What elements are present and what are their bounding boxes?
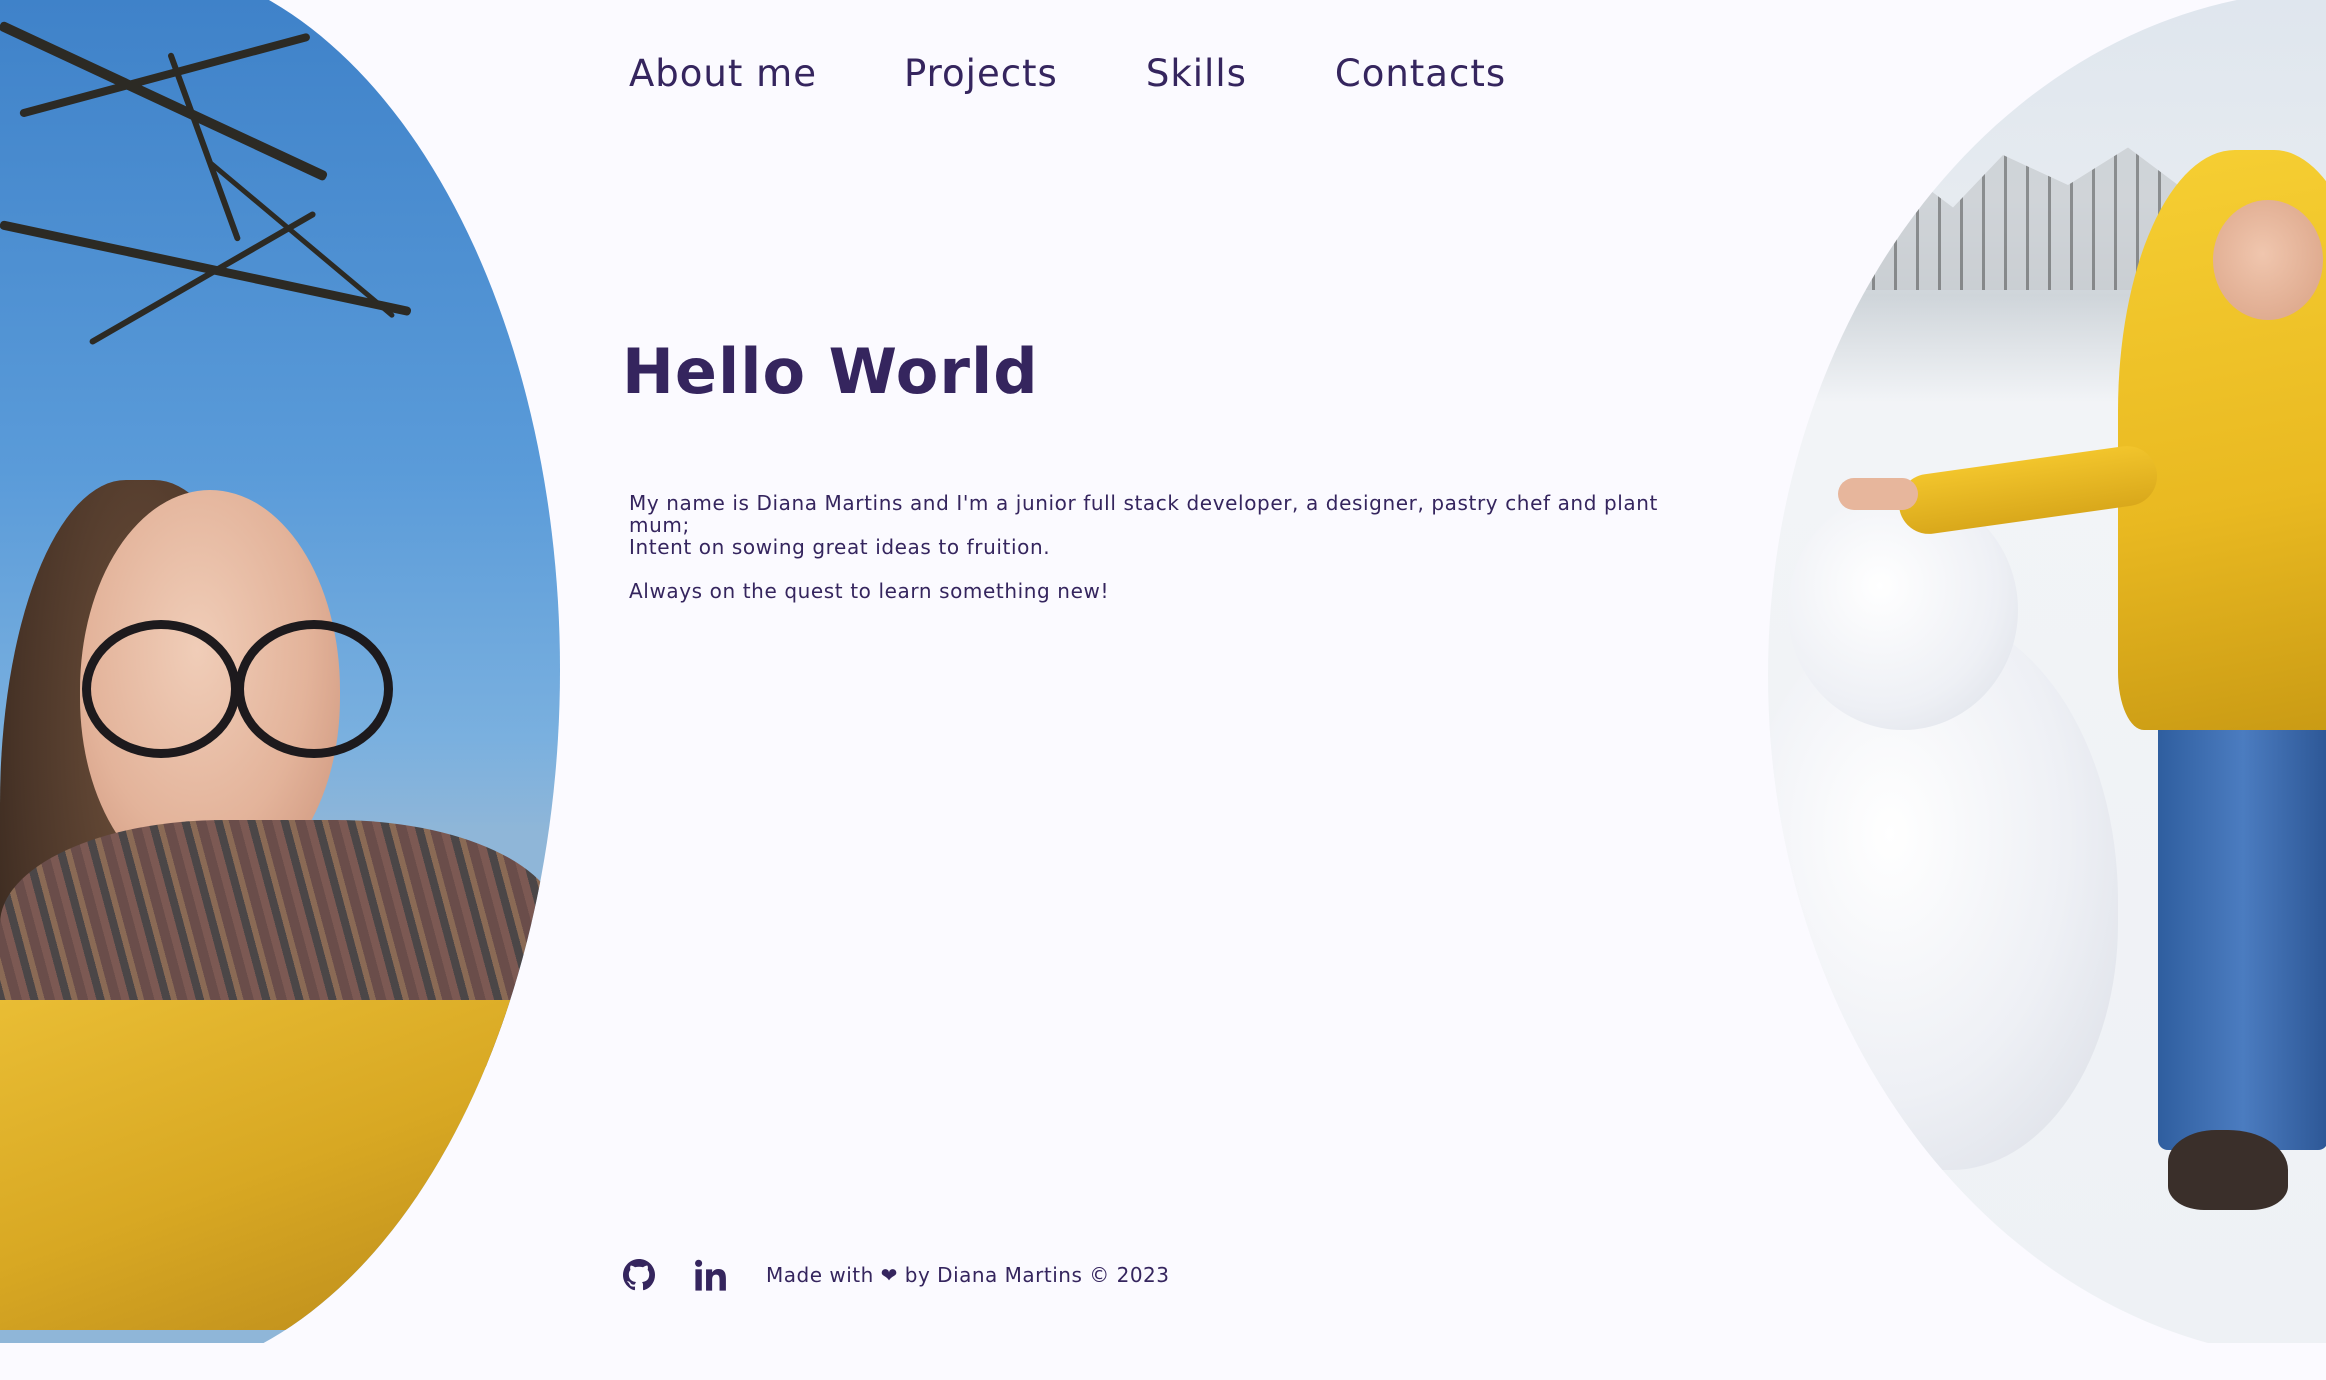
intro-text: My name is Diana Martins and I'm a junio…	[629, 492, 1704, 602]
main-nav: About me Projects Skills Contacts	[629, 52, 1506, 95]
nav-link-contacts[interactable]: Contacts	[1335, 52, 1506, 95]
page-title: Hello World	[622, 335, 1039, 408]
intro-line: My name is Diana Martins and I'm a junio…	[629, 491, 1658, 537]
footer-credit: Made with ❤ by Diana Martins © 2023	[766, 1263, 1170, 1287]
nav-link-skills[interactable]: Skills	[1146, 52, 1247, 95]
photo-right-hand	[1838, 478, 1918, 510]
github-icon[interactable]	[622, 1258, 656, 1292]
intro-line: Intent on sowing great ideas to fruition…	[629, 535, 1051, 559]
footer: Made with ❤ by Diana Martins © 2023	[622, 1258, 1170, 1292]
profile-photo-left	[0, 0, 560, 1380]
photo-left-glasses	[235, 620, 393, 758]
linkedin-icon[interactable]	[694, 1258, 728, 1292]
photo-right-jeans	[2158, 690, 2326, 1150]
photo-left-glasses	[82, 620, 240, 758]
nav-link-about[interactable]: About me	[629, 52, 817, 95]
photo-right-boot	[2168, 1130, 2288, 1210]
photo-left-coat	[0, 1000, 560, 1330]
nav-link-projects[interactable]: Projects	[904, 52, 1058, 95]
photo-right-face	[2213, 200, 2323, 320]
intro-line: Always on the quest to learn something n…	[629, 579, 1110, 603]
profile-photo-right	[1768, 0, 2326, 1360]
